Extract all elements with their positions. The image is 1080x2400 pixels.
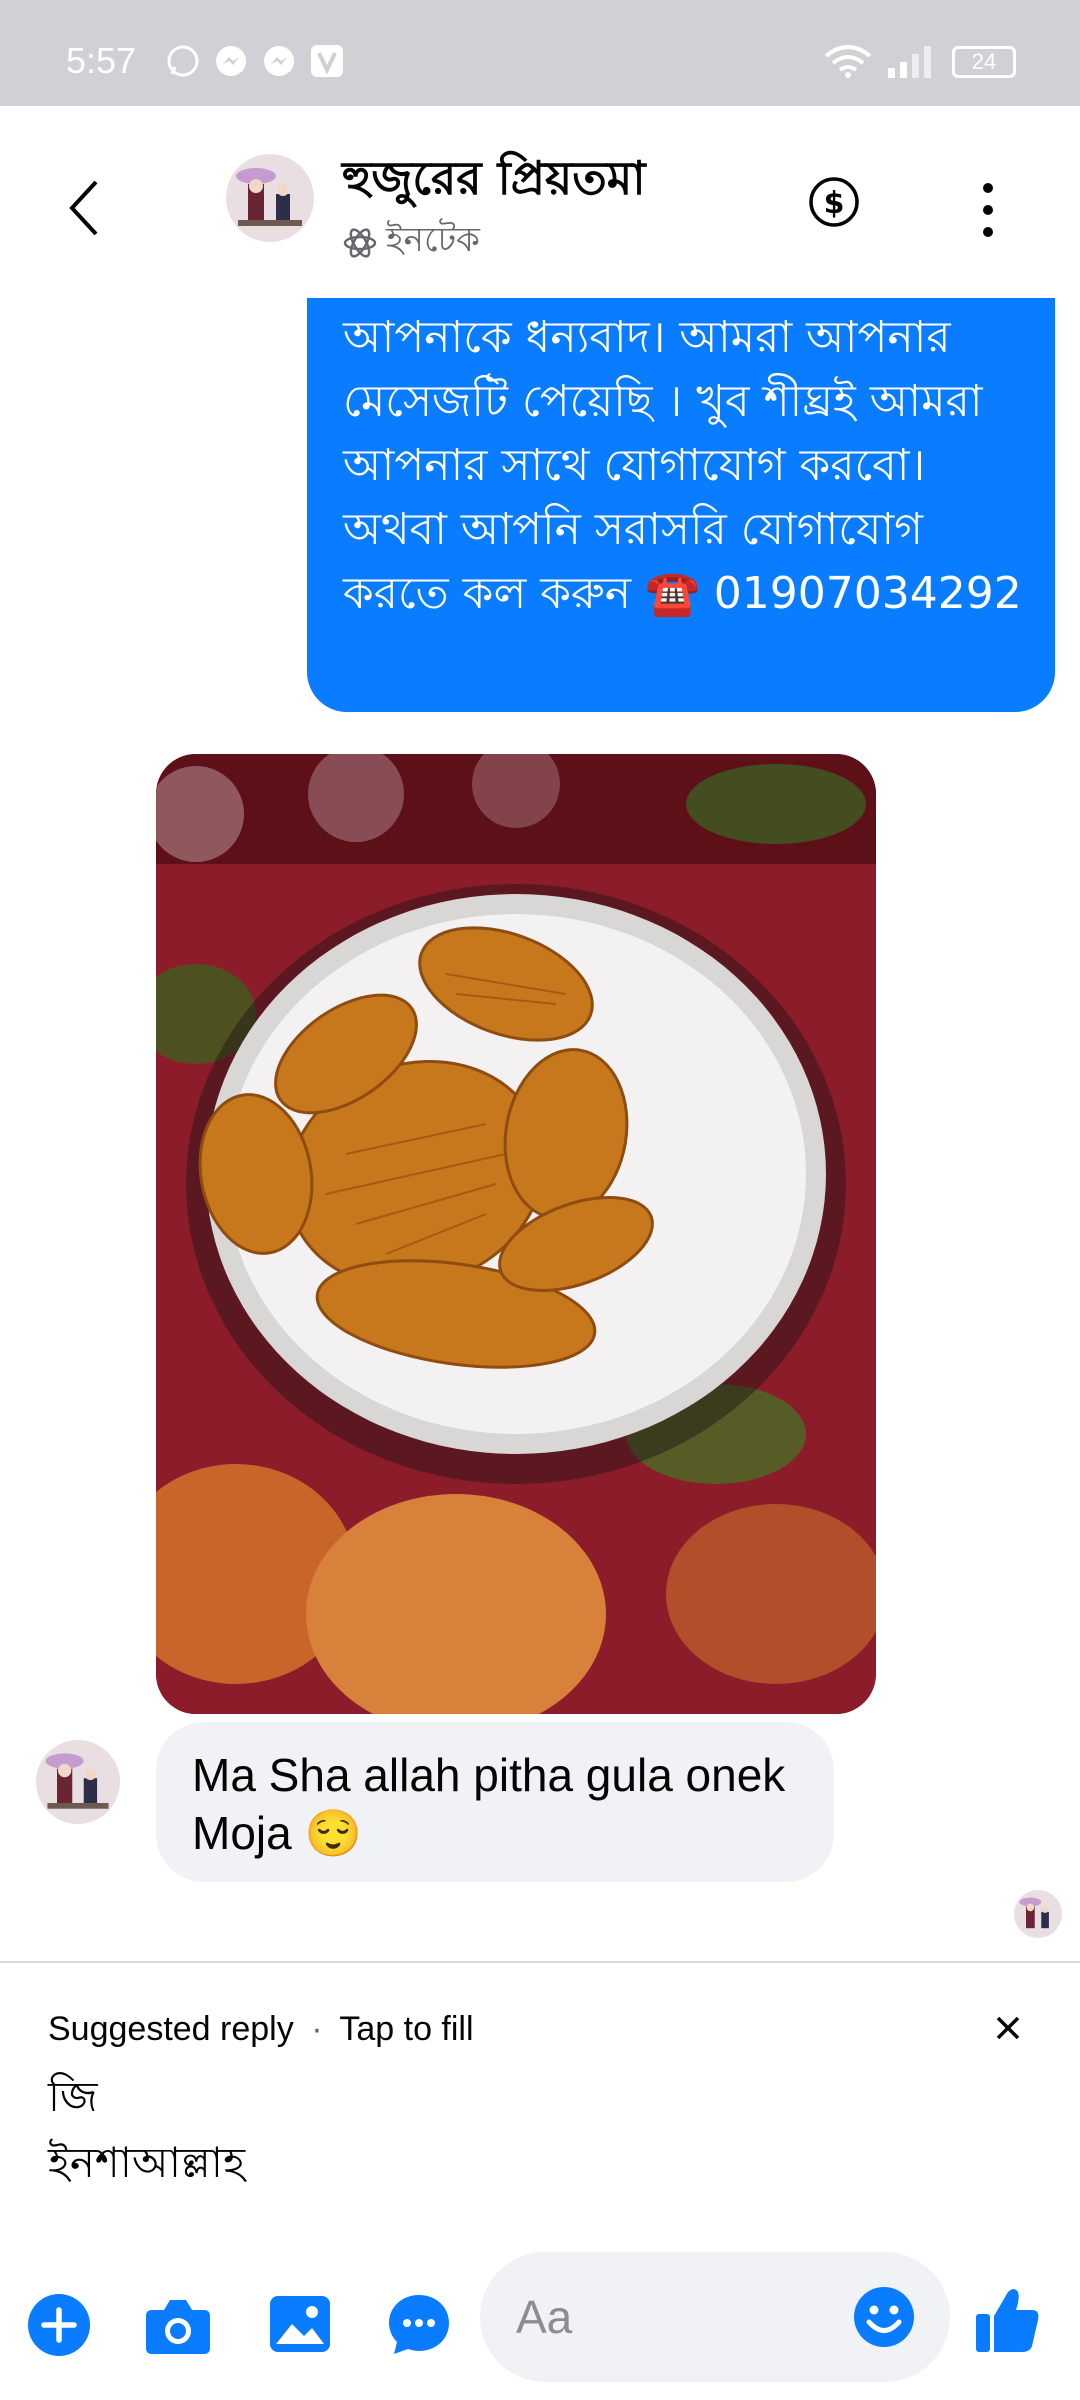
message-input-container [480, 2252, 950, 2382]
emoji-icon[interactable] [852, 2285, 916, 2349]
contact-avatar[interactable] [226, 154, 314, 242]
atom-icon [343, 227, 377, 258]
composer-bar [0, 2240, 1080, 2400]
signal-icon [888, 46, 931, 78]
chat-header: হুজুরের প্রিয়তমা ইনটেক $ [0, 106, 1080, 296]
suggested-reply-item[interactable]: ইনশাআল্লাহ [48, 2130, 245, 2201]
status-time: 5:57 [66, 40, 137, 81]
suggested-reply-item[interactable]: জি [48, 2064, 98, 2135]
incoming-message-bubble[interactable]: Ma Sha allah pitha gula onek Moja 😌 [156, 1722, 834, 1882]
pitha-photo-image [156, 754, 876, 1714]
battery-indicator: 24 [952, 46, 1016, 78]
plus-icon[interactable] [26, 2292, 92, 2358]
chat-extensions-icon[interactable] [386, 2292, 452, 2358]
message-input[interactable] [516, 2282, 836, 2352]
wifi-icon [824, 45, 872, 78]
svg-text:$: $ [824, 186, 845, 221]
contact-subtitle: ইনটেক [342, 214, 480, 271]
payment-dollar-icon[interactable]: $ [808, 176, 860, 228]
tap-to-fill-hint: Tap to fill [339, 2010, 474, 2048]
photo-message[interactable] [156, 754, 876, 1714]
subtitle-text: ইনটেক [386, 220, 480, 260]
read-receipt-avatar [1014, 1890, 1062, 1938]
gallery-icon[interactable] [268, 2294, 332, 2354]
contact-name[interactable]: হুজুরের প্রিয়তমা [342, 144, 646, 220]
close-icon[interactable] [990, 2010, 1026, 2046]
more-options-icon[interactable] [978, 180, 998, 240]
messenger-icon [216, 46, 246, 76]
app-v-icon [311, 45, 343, 77]
outgoing-message-bubble[interactable]: আপনাকে ধন্যবাদ। আমরা আপনার মেসেজটি পেয়ে… [307, 298, 1055, 712]
divider [0, 1961, 1080, 1963]
camera-icon[interactable] [144, 2296, 212, 2356]
separator-dot: · [311, 2010, 323, 2048]
status-bar: 5:57 24 [0, 0, 1080, 106]
back-arrow-icon[interactable] [60, 176, 110, 240]
messenger-icon [264, 46, 294, 76]
like-thumbs-up-icon[interactable] [974, 2286, 1040, 2356]
suggested-reply-label: Suggested reply [48, 2010, 294, 2048]
sender-avatar[interactable] [36, 1740, 120, 1824]
whatsapp-icon [167, 45, 199, 77]
suggested-reply-header: Suggested reply · Tap to fill [48, 2010, 474, 2049]
